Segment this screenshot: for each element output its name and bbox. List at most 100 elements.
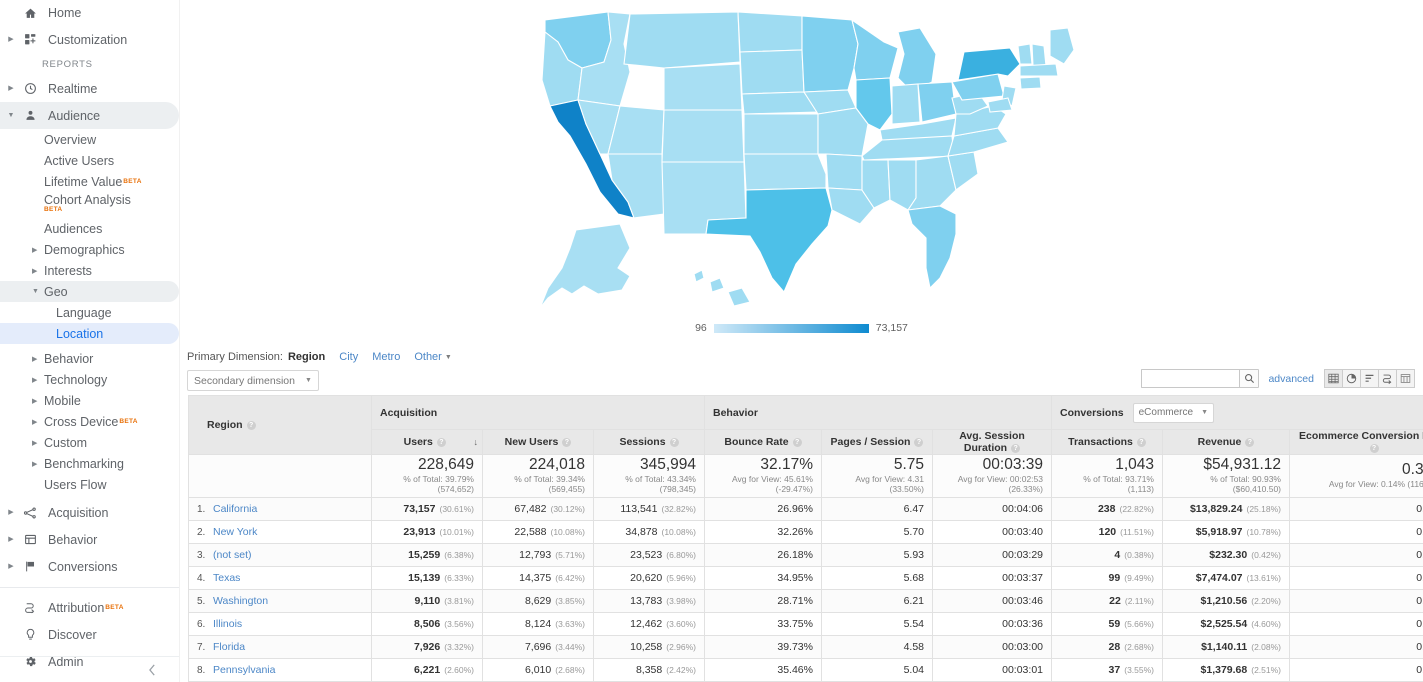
row-region-link[interactable]: Texas (213, 572, 240, 584)
help-icon[interactable]: ? (1136, 437, 1146, 447)
row-region-link[interactable]: Illinois (213, 618, 242, 630)
sidebar-item-location[interactable]: Location (0, 323, 179, 344)
table-row[interactable]: 3. (not set) 15,259 (6.38%) 12,793 (5.71%) 23,… (188, 543, 1423, 567)
table-col-avg-session-duration[interactable]: Avg. Session Duration? (932, 429, 1052, 455)
sidebar-item-language[interactable]: Language (0, 302, 179, 323)
row-region-link[interactable]: California (213, 503, 257, 515)
help-icon[interactable]: ? (246, 420, 256, 430)
sidebar-item-users-flow[interactable]: Users Flow (0, 474, 179, 495)
help-icon[interactable]: ? (1369, 443, 1379, 453)
sidebar-item-audiences[interactable]: Audiences (0, 218, 179, 239)
sidebar-item-home[interactable]: Home (0, 0, 179, 26)
advanced-link[interactable]: advanced (1268, 373, 1314, 385)
table-col-transactions[interactable]: Transactions? (1051, 429, 1163, 455)
row-region-link[interactable]: (not set) (213, 549, 252, 561)
home-icon (18, 7, 42, 20)
sidebar-item-conversions[interactable]: ▶ Conversions (0, 553, 179, 580)
table-view-icon[interactable] (1324, 369, 1343, 388)
sidebar-item-lifetime-value[interactable]: Lifetime Value BETA (0, 171, 179, 192)
row-region-link[interactable]: Pennsylvania (213, 664, 275, 676)
sidebar-item-cross-device[interactable]: ▶ Cross Device BETA (0, 411, 179, 432)
table-row[interactable]: 5. Washington 9,110 (3.81%) 8,629 (3.85%) 13,7… (188, 589, 1423, 613)
help-icon[interactable]: ? (792, 437, 802, 447)
sidebar-item-interests[interactable]: ▶ Interests (0, 260, 179, 281)
metric-label: Revenue (1197, 436, 1242, 448)
row-pages-session: 5.54 (821, 612, 933, 636)
map-state-ohio (916, 81, 957, 123)
primary-dimension-other[interactable]: Other (414, 351, 442, 363)
map-state-wisconsin (850, 18, 899, 81)
sidebar-item-geo[interactable]: ▼ Geo (0, 281, 179, 302)
bar-view-icon[interactable] (1360, 369, 1379, 388)
help-icon[interactable]: ? (1245, 437, 1255, 447)
sidebar-item-audience[interactable]: ▼ Audience (0, 102, 179, 129)
pivot-view-icon[interactable] (1396, 369, 1415, 388)
table-col-new-users[interactable]: New Users? (482, 429, 594, 455)
sidebar-item-customization[interactable]: ▶ Customization (0, 26, 179, 53)
totals-value: $54,931.12 (1203, 456, 1281, 473)
sort-descending-icon[interactable]: ↓ (474, 437, 479, 447)
table-row[interactable]: 2. New York 23,913 (10.01%) 22,588 (10.08%) 34… (188, 520, 1423, 544)
row-region-link[interactable]: Washington (213, 595, 268, 607)
table-col-users[interactable]: Users? ↓ (371, 429, 483, 455)
help-icon[interactable]: ? (914, 437, 924, 447)
table-dimension-header[interactable]: Region? (188, 395, 372, 455)
sidebar-item-custom[interactable]: ▶ Custom (0, 432, 179, 453)
sidebar-item-realtime[interactable]: ▶ Realtime (0, 75, 179, 102)
row-region-link[interactable]: Florida (213, 641, 245, 653)
row-transactions: 22 (2.11%) (1051, 589, 1163, 613)
row-pages-session: 5.04 (821, 658, 933, 682)
pie-view-icon[interactable] (1342, 369, 1361, 388)
sidebar-collapse-button[interactable] (0, 656, 179, 682)
map-state-colorado (660, 109, 745, 163)
table-col-sessions[interactable]: Sessions? (593, 429, 705, 455)
table-row[interactable]: 4. Texas 15,139 (6.33%) 14,375 (6.42%) 20,620(… (188, 566, 1423, 590)
secondary-dimension-label: Secondary dimension (194, 374, 295, 387)
row-region-link[interactable]: New York (213, 526, 257, 538)
map-state-indiana (890, 83, 921, 125)
help-icon[interactable]: ? (562, 437, 572, 447)
comparison-view-icon[interactable] (1378, 369, 1397, 388)
primary-dimension-city[interactable]: City (339, 351, 358, 363)
sidebar-item-mobile[interactable]: ▶ Mobile (0, 390, 179, 411)
secondary-dimension-button[interactable]: Secondary dimension ▼ (187, 370, 319, 391)
row-pages-session: 6.21 (821, 589, 933, 613)
totals-subtext: % of Total: 90.93% ($60,410.50) (1210, 474, 1281, 494)
map-state-missouri (816, 107, 869, 157)
group-label: Acquisition (380, 406, 438, 419)
row-avg-duration: 00:03:40 (932, 520, 1052, 544)
primary-dimension-current[interactable]: Region (288, 351, 325, 363)
table-row[interactable]: 7. Florida 7,926 (3.32%) 7,696 (3.44%) 10,258(… (188, 635, 1423, 659)
sidebar-item-technology[interactable]: ▶ Technology (0, 369, 179, 390)
help-icon[interactable]: ? (436, 437, 446, 447)
conversions-goal-select[interactable]: eCommerce ▼ (1132, 402, 1215, 423)
table-row[interactable]: 6. Illinois 8,506 (3.56%) 8,124 (3.63%) 12,462… (188, 612, 1423, 636)
search-input[interactable] (1141, 369, 1240, 388)
legend-gradient-bar (713, 323, 869, 333)
table-col-pages-session[interactable]: Pages / Session? (821, 429, 933, 455)
search-button[interactable] (1239, 369, 1260, 388)
totals-bounce-rate: 32.17% Avg for View: 45.61% (-29.47%) (704, 454, 822, 498)
sidebar-item-overview[interactable]: Overview (0, 129, 179, 150)
sidebar-item-demographics[interactable]: ▶ Demographics (0, 239, 179, 260)
table-col-ecommerce-conversion-rate[interactable]: Ecommerce Conversion Rate? (1289, 429, 1423, 455)
row-pages-session: 5.93 (821, 543, 933, 567)
sidebar-item-label: Behavior (48, 532, 98, 547)
row-revenue: $1,140.11 (2.08%) (1162, 635, 1290, 659)
table-row[interactable]: 8. Pennsylvania 6,221 (2.60%) 6,010 (2.68%) 8,… (188, 658, 1423, 682)
sidebar-item-behavior[interactable]: ▶ Behavior (0, 526, 179, 553)
help-icon[interactable]: ? (669, 437, 679, 447)
us-choropleth-map[interactable] (512, 2, 1092, 320)
sidebar-item-acquisition[interactable]: ▶ Acquisition (0, 499, 179, 526)
sidebar-item-behavior-audience[interactable]: ▶ Behavior (0, 348, 179, 369)
sidebar-item-active-users[interactable]: Active Users (0, 150, 179, 171)
sidebar-item-cohort-analysis[interactable]: Cohort Analysis BETA (0, 192, 179, 218)
table-col-bounce-rate[interactable]: Bounce Rate? (704, 429, 822, 455)
primary-dimension-metro[interactable]: Metro (372, 351, 400, 363)
table-row[interactable]: 1. California 73,157 (30.61%) 67,482 (30.12%)… (188, 497, 1423, 521)
help-icon[interactable]: ? (1011, 443, 1021, 453)
table-col-revenue[interactable]: Revenue? (1162, 429, 1290, 455)
sidebar-item-attribution[interactable]: Attribution BETA (0, 594, 179, 621)
sidebar-item-benchmarking[interactable]: ▶ Benchmarking (0, 453, 179, 474)
sidebar-item-discover[interactable]: Discover (0, 621, 179, 648)
